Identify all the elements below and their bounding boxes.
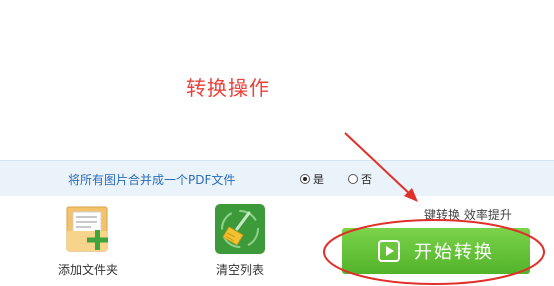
tagline: 键转换 效率提升 (424, 208, 512, 222)
merge-option-label[interactable]: 将所有图片合并成一个PDF文件 (68, 171, 235, 188)
broom-icon (213, 203, 267, 255)
clear-list-label: 清空列表 (215, 263, 264, 277)
radio-unchecked-icon (348, 174, 358, 184)
clear-list-button[interactable]: 清空列表 (205, 203, 275, 278)
merge-option-bar: 将所有图片合并成一个PDF文件 是 否 (0, 160, 554, 196)
add-folder-icon (61, 203, 115, 255)
merge-yes-radio[interactable]: 是 (300, 171, 324, 187)
start-convert-button[interactable]: 开始转换 (342, 228, 530, 274)
add-folder-button[interactable]: 添加文件夹 (50, 203, 126, 278)
start-convert-label: 开始转换 (414, 242, 494, 263)
play-icon (378, 240, 400, 262)
annotation-title: 转换操作 (186, 76, 270, 100)
radio-checked-icon (300, 174, 310, 184)
merge-no-label: 否 (361, 173, 372, 186)
merge-no-radio[interactable]: 否 (348, 171, 372, 187)
merge-yes-label: 是 (313, 173, 324, 186)
add-folder-label: 添加文件夹 (57, 263, 118, 277)
